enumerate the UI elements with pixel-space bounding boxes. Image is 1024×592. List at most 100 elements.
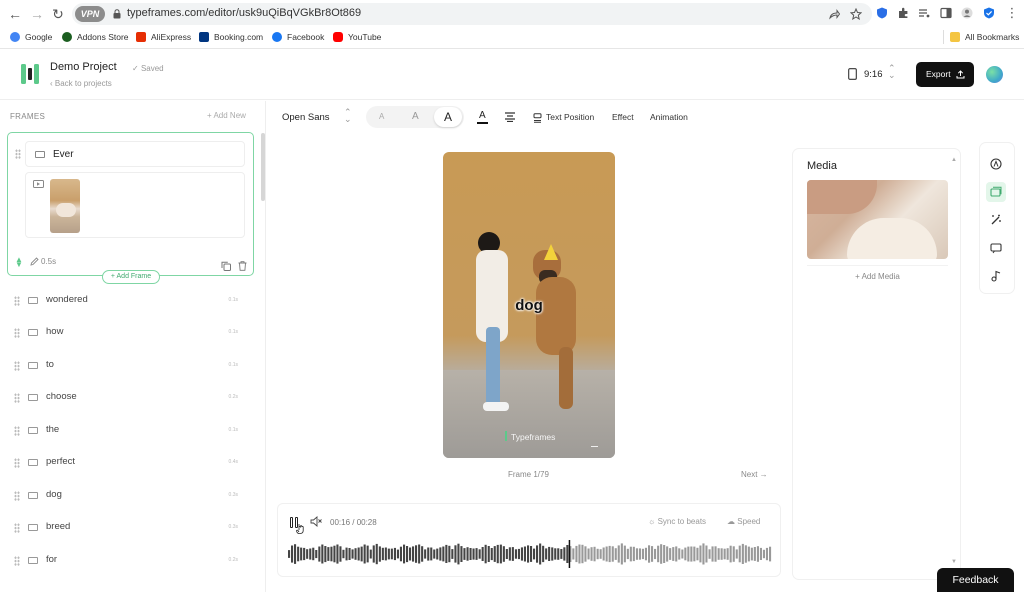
drag-handle-icon[interactable]: [15, 149, 21, 159]
video-preview[interactable]: dog Typeframes: [443, 152, 615, 458]
volume-icon[interactable]: [310, 516, 322, 527]
scroll-up-arrow-icon[interactable]: ▲: [951, 157, 957, 163]
reload-icon[interactable]: ↻: [50, 6, 66, 22]
selected-frame-card[interactable]: Ever ▲ ▼ 0.5s + Add Frame: [7, 132, 254, 284]
waveform-bar: [599, 549, 602, 559]
waveform-bar: [505, 549, 508, 559]
saved-status: ✓ Saved: [132, 64, 164, 73]
frame-thumbnail[interactable]: [50, 179, 80, 233]
bookmark-google[interactable]: Google: [10, 31, 52, 43]
bookmark-facebook[interactable]: Facebook: [272, 31, 324, 43]
size-small-button[interactable]: A: [379, 112, 384, 121]
drag-handle-icon[interactable]: [14, 296, 20, 306]
project-name[interactable]: Demo Project: [50, 61, 117, 73]
drag-handle-icon[interactable]: [14, 426, 20, 436]
back-to-projects-link[interactable]: ‹ Back to projects: [50, 79, 112, 88]
captions-icon[interactable]: [986, 238, 1006, 258]
drag-handle-icon[interactable]: [14, 328, 20, 338]
font-family-select[interactable]: Open Sans: [282, 112, 330, 123]
size-medium-button[interactable]: A: [412, 111, 419, 122]
back-arrow-icon[interactable]: ←: [7, 6, 23, 22]
frame-duration: 0.4s: [228, 459, 238, 465]
waveform-bar: [481, 547, 484, 561]
reorder-icon[interactable]: ▲ ▼: [15, 256, 23, 269]
speed-button[interactable]: ☁ Speed: [727, 517, 760, 526]
panel-scrollbar[interactable]: [261, 133, 265, 201]
drag-handle-icon[interactable]: [14, 523, 20, 533]
text-position-button[interactable]: Text Position: [546, 112, 594, 122]
star-icon[interactable]: [850, 8, 862, 20]
media-thumbnail[interactable]: [807, 180, 948, 259]
magic-wand-icon[interactable]: [986, 210, 1006, 230]
waveform-bar: [330, 546, 333, 562]
frame-row[interactable]: choose 0.2s: [8, 384, 256, 412]
waveform-bar: [433, 549, 436, 559]
frame-duration[interactable]: 0.5s: [41, 257, 56, 266]
align-center-icon[interactable]: [504, 112, 516, 122]
add-media-button[interactable]: + Add Media: [807, 265, 948, 287]
music-note-icon[interactable]: [986, 266, 1006, 286]
scroll-down-arrow-icon[interactable]: ▼: [951, 559, 957, 565]
aspect-ratio-select[interactable]: 9:16: [864, 69, 883, 80]
frame-row[interactable]: perfect 0.4s: [8, 449, 256, 477]
vpn-shield-icon[interactable]: [983, 7, 995, 19]
duplicate-icon[interactable]: [221, 261, 231, 271]
frame-row[interactable]: wondered 0.1s: [8, 287, 256, 315]
trash-icon[interactable]: [238, 261, 247, 271]
waveform-bar: [536, 545, 539, 563]
menu-dots-icon[interactable]: ⋮: [1004, 5, 1020, 21]
drag-handle-icon[interactable]: [14, 556, 20, 566]
frame-row[interactable]: the 0.1s: [8, 417, 256, 445]
size-large-button[interactable]: A: [434, 107, 462, 127]
user-avatar[interactable]: [986, 66, 1003, 83]
waveform-bar: [309, 548, 312, 560]
profile-icon[interactable]: [961, 7, 973, 19]
extensions-puzzle-icon[interactable]: [898, 7, 910, 19]
font-chevron-icon[interactable]: ⌃ ⌄: [344, 108, 352, 124]
waveform-bar: [451, 549, 454, 559]
waveform-bar: [396, 549, 399, 559]
drag-handle-icon[interactable]: [14, 458, 20, 468]
forward-arrow-icon[interactable]: →: [29, 6, 45, 22]
add-frame-button[interactable]: + Add Frame: [102, 270, 160, 284]
next-frame-button[interactable]: Next →: [741, 470, 768, 479]
effect-button[interactable]: Effect: [612, 112, 634, 122]
text-style-icon[interactable]: [986, 154, 1006, 174]
ratio-chevron-icon[interactable]: ⌃ ⌄: [888, 64, 896, 80]
drag-handle-icon[interactable]: [14, 361, 20, 371]
share-icon[interactable]: [828, 8, 840, 20]
bookmark-youtube[interactable]: YouTube: [333, 31, 381, 43]
text-color-button[interactable]: A: [477, 110, 488, 124]
sync-to-beats-button[interactable]: ☼ Sync to beats: [648, 517, 706, 526]
frame-row[interactable]: breed 0.3s: [8, 514, 256, 542]
caption-text[interactable]: dog: [443, 297, 615, 314]
upload-icon: [956, 70, 965, 79]
bookmark-addons-store[interactable]: Addons Store: [62, 31, 129, 43]
animation-button[interactable]: Animation: [650, 112, 688, 122]
frame-duration: 0.1s: [228, 297, 238, 303]
frame-row[interactable]: how 0.1s: [8, 319, 256, 347]
playhead[interactable]: [568, 540, 571, 568]
bookmark-aliexpress[interactable]: AliExpress: [136, 31, 191, 43]
frame-row[interactable]: for 0.2s: [8, 547, 256, 575]
address-bar[interactable]: VPN typeframes.com/editor/usk9uQiBqVGkBr…: [72, 3, 872, 25]
frame-media-slot[interactable]: [25, 172, 245, 238]
shield-extension-icon[interactable]: [876, 7, 888, 19]
all-bookmarks[interactable]: All Bookmarks: [950, 31, 1019, 43]
drag-handle-icon[interactable]: [14, 393, 20, 403]
waveform-bar: [502, 546, 505, 562]
frame-row[interactable]: to 0.1s: [8, 352, 256, 380]
feedback-button[interactable]: Feedback: [937, 568, 1014, 592]
add-new-button[interactable]: + Add New: [207, 111, 246, 120]
side-panel-icon[interactable]: [940, 7, 952, 19]
reading-list-icon[interactable]: [918, 7, 930, 19]
media-library-icon[interactable]: [986, 182, 1006, 202]
bookmark-booking[interactable]: Booking.com: [199, 31, 263, 43]
frame-row[interactable]: dog 0.3s: [8, 482, 256, 510]
drag-handle-icon[interactable]: [14, 491, 20, 501]
export-button[interactable]: Export: [916, 62, 974, 87]
audio-waveform[interactable]: [288, 540, 772, 568]
vpn-badge[interactable]: VPN: [75, 6, 105, 22]
pencil-icon[interactable]: [30, 257, 39, 266]
frame-text-input[interactable]: Ever: [25, 141, 245, 167]
